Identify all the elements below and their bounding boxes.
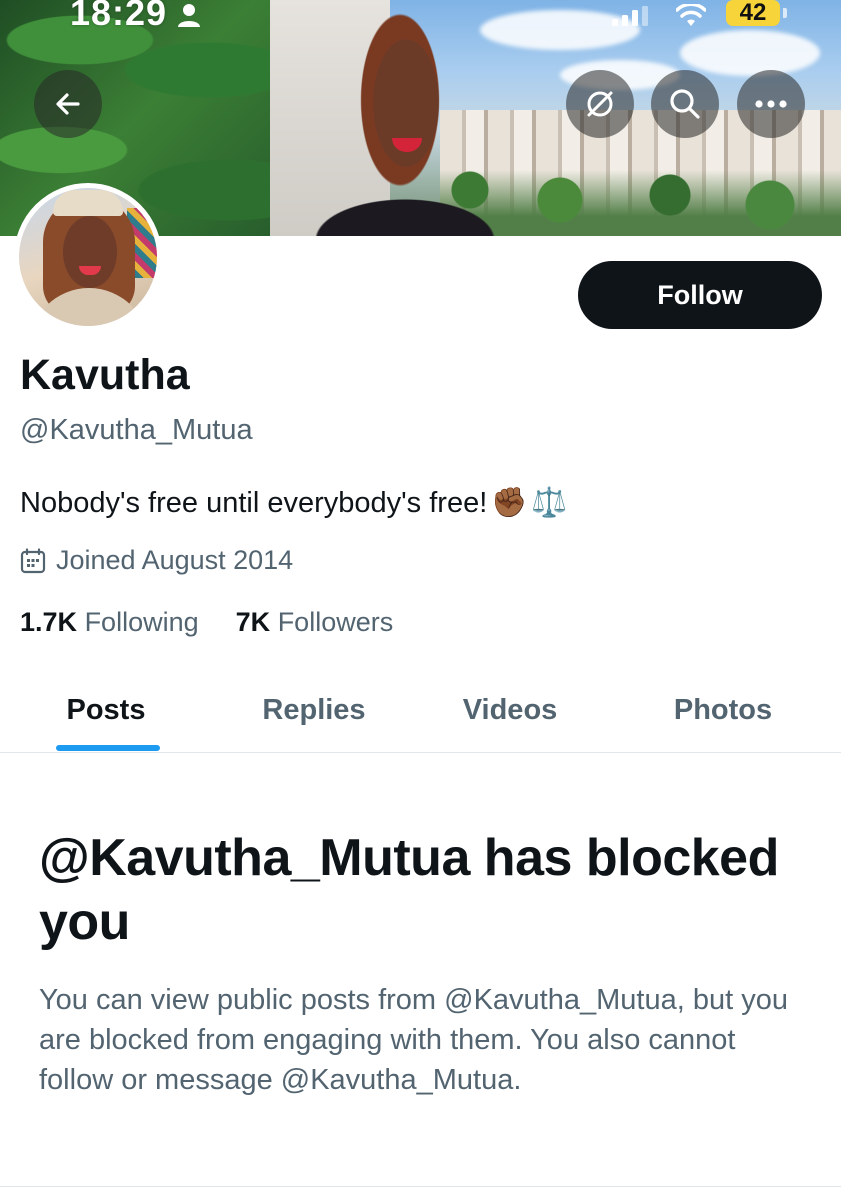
followers-label: Followers [277, 607, 394, 637]
avatar[interactable] [14, 183, 162, 331]
following-link[interactable]: 1.7K Following [20, 607, 206, 637]
tab-replies[interactable]: Replies [214, 668, 414, 752]
active-tab-indicator [56, 745, 160, 751]
arrow-left-icon [56, 93, 80, 115]
bio-text: Nobody's free until everybody's free! [20, 486, 488, 519]
search-button[interactable] [651, 70, 719, 138]
following-label: Following [84, 607, 199, 637]
tab-photos[interactable]: Photos [623, 668, 823, 752]
blocked-title: @Kavutha_Mutua has blocked you [39, 829, 779, 951]
blocked-description: You can view public posts from @Kavutha_… [39, 984, 788, 1096]
profile-bio: Nobody's free until everybody's free! ✊🏾… [20, 486, 567, 520]
status-time: 18:29 [70, 0, 168, 33]
profile-tabs: Posts Replies Videos Photos [0, 668, 841, 753]
grok-icon [587, 91, 613, 117]
cellular-signal-icon [612, 6, 648, 26]
divider [0, 1186, 841, 1187]
battery-indicator: 42 [726, 0, 780, 26]
display-name: Kavutha [20, 351, 190, 399]
profile-handle: @Kavutha_Mutua [20, 414, 253, 446]
search-icon [670, 89, 700, 119]
calendar-icon [20, 547, 46, 573]
person-icon [178, 4, 200, 27]
status-bar: 18:29 42 [0, 0, 841, 36]
joined-text: Joined August 2014 [56, 545, 294, 575]
grok-button[interactable] [566, 70, 634, 138]
followers-link[interactable]: 7K Followers [228, 607, 394, 637]
more-button[interactable] [737, 70, 805, 138]
followers-count: 7K [235, 607, 271, 637]
more-horizontal-icon [755, 100, 787, 108]
following-count: 1.7K [20, 607, 78, 637]
wifi-icon [676, 4, 706, 26]
balance-scale-emoji: ⚖️ [531, 487, 568, 519]
tab-videos[interactable]: Videos [410, 668, 610, 752]
follow-button[interactable]: Follow [578, 261, 822, 329]
raised-fist-emoji: ✊🏾 [491, 487, 528, 519]
joined-date: Joined August 2014 [20, 545, 293, 576]
follow-stats: 1.7K Following 7K Followers [20, 607, 393, 638]
tab-posts[interactable]: Posts [6, 668, 206, 752]
banner-cloud [680, 30, 820, 76]
back-button[interactable] [34, 70, 102, 138]
battery-nub [783, 8, 787, 18]
